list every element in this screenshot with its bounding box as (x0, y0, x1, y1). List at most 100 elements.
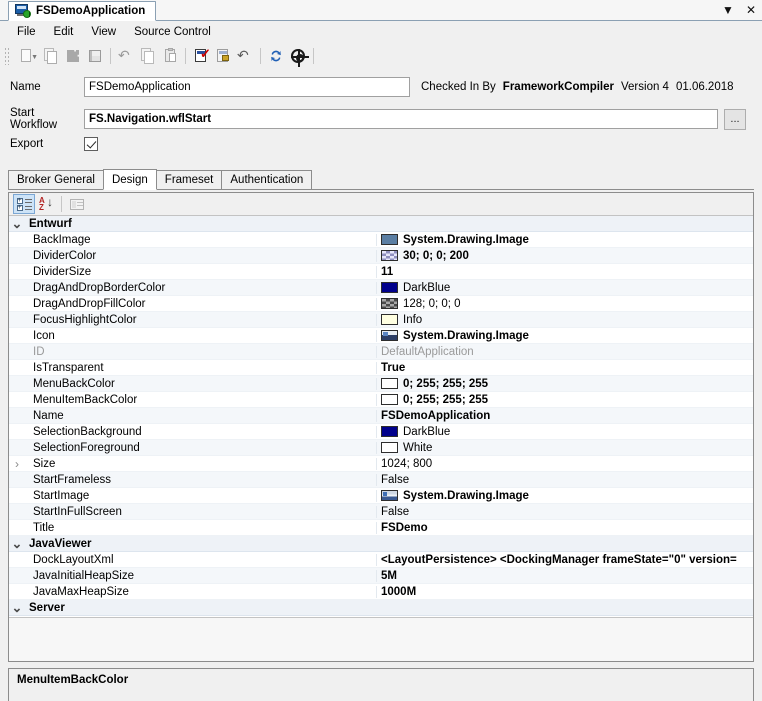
plugin-button[interactable] (62, 45, 84, 67)
property-row[interactable]: StartFrameless False (9, 472, 753, 488)
categorized-button[interactable]: + + (13, 194, 35, 214)
property-category-row[interactable]: ⌄ JavaViewer (9, 536, 753, 552)
property-value[interactable]: 0; 255; 255; 255 (377, 394, 753, 406)
chevron-down-icon[interactable]: ⌄ (9, 601, 25, 614)
property-row[interactable]: IsTransparent True (9, 360, 753, 376)
alphabetical-button[interactable]: A Z ↓ (35, 194, 57, 214)
property-row[interactable]: MenuBackColor 0; 255; 255; 255 (9, 376, 753, 392)
property-category-row[interactable]: ⌄ Server (9, 600, 753, 616)
tab-frameset[interactable]: Frameset (155, 170, 223, 189)
tab-broker-general[interactable]: Broker General (8, 170, 104, 189)
menu-item-source-control[interactable]: Source Control (125, 23, 220, 41)
check-out-button[interactable] (212, 45, 234, 67)
new-button[interactable]: ▼ (12, 45, 40, 67)
toolbar: ▼ ↶ ✓ ↶ (0, 43, 762, 69)
property-name: JavaInitialHeapSize (25, 569, 377, 582)
property-name: FocusHighlightColor (25, 313, 377, 326)
property-category-row[interactable]: ⌄ Entwurf (9, 216, 753, 232)
property-grid-rows[interactable]: ⌄ Entwurf BackImage System.Drawing.Image Div… (9, 216, 753, 617)
browse-button[interactable]: ... (724, 108, 746, 130)
property-value[interactable]: System.Drawing.Image (377, 490, 753, 502)
property-value[interactable]: 11 (377, 266, 753, 278)
check-out-lock-icon (215, 48, 231, 64)
copy-button[interactable] (137, 45, 159, 67)
property-row[interactable]: DragAndDropBorderColor DarkBlue (9, 280, 753, 296)
property-value[interactable]: System.Drawing.Image (377, 234, 753, 246)
property-row[interactable]: SelectionForeground White (9, 440, 753, 456)
property-value-text: White (403, 441, 433, 454)
property-row[interactable]: DividerColor 30; 0; 0; 200 (9, 248, 753, 264)
close-icon[interactable]: ✕ (746, 4, 756, 16)
tab-authentication[interactable]: Authentication (221, 170, 313, 189)
property-value[interactable]: <LayoutPersistence> <DockingManager fram… (377, 554, 753, 566)
chevron-right-icon[interactable]: › (9, 457, 25, 471)
header-form: Name FSDemoApplication Checked In By Fra… (0, 69, 762, 165)
menu-item-file[interactable]: File (8, 23, 45, 41)
save-button[interactable] (84, 45, 106, 67)
property-value[interactable]: White (377, 442, 753, 454)
property-value[interactable]: False (377, 506, 753, 518)
property-row[interactable]: StartInFullScreen False (9, 504, 753, 520)
property-value[interactable]: 1000M (377, 586, 753, 598)
property-value[interactable]: DefaultApplication (377, 346, 753, 358)
property-row[interactable]: › Size 1024; 800 (9, 456, 753, 472)
copy-page-button[interactable] (40, 45, 62, 67)
check-in-button[interactable]: ✓ (190, 45, 212, 67)
property-row[interactable]: SelectionBackground DarkBlue (9, 424, 753, 440)
property-row[interactable]: BrokerServiceNameFSDemoApplication (9, 616, 753, 617)
property-name: Size (25, 457, 377, 470)
property-value[interactable]: FSDemo (377, 522, 753, 534)
property-value[interactable]: 1024; 800 (377, 458, 753, 470)
property-row[interactable]: DragAndDropFillColor 128; 0; 0; 0 (9, 296, 753, 312)
image-thumbnail (381, 330, 398, 341)
name-input[interactable]: FSDemoApplication (84, 77, 410, 97)
target-button[interactable] (287, 45, 309, 67)
start-workflow-label: Start Workflow (10, 107, 58, 131)
property-row[interactable]: Name FSDemoApplication (9, 408, 753, 424)
export-checkbox[interactable] (84, 137, 98, 151)
property-row[interactable]: Icon System.Drawing.Image (9, 328, 753, 344)
document-tab[interactable]: FSDemoApplication (8, 1, 157, 21)
property-row[interactable]: BackImage System.Drawing.Image (9, 232, 753, 248)
property-value[interactable]: 128; 0; 0; 0 (377, 298, 753, 310)
property-value[interactable]: 0; 255; 255; 255 (377, 378, 753, 390)
property-row[interactable]: Title FSDemo (9, 520, 753, 536)
property-value[interactable]: True (377, 362, 753, 374)
chevron-down-icon[interactable]: ⌄ (9, 537, 25, 550)
property-row[interactable]: ID DefaultApplication (9, 344, 753, 360)
property-row[interactable]: StartImage System.Drawing.Image (9, 488, 753, 504)
color-swatch (381, 250, 398, 261)
property-value[interactable]: Info (377, 314, 753, 326)
window-buttons: ▼ ✕ (722, 0, 756, 20)
toolbar-grip[interactable] (4, 47, 10, 65)
color-swatch (381, 442, 398, 453)
property-name: DockLayoutXml (25, 553, 377, 566)
undo-button[interactable]: ↶ (115, 45, 137, 67)
property-row[interactable]: DockLayoutXml <LayoutPersistence> <Dockin… (9, 552, 753, 568)
checkin-date: 01.06.2018 (675, 81, 734, 93)
property-value[interactable]: FSDemoApplication (377, 410, 753, 422)
paste-button[interactable] (159, 45, 181, 67)
application-window-icon (15, 4, 31, 18)
refresh-button[interactable] (265, 45, 287, 67)
property-value[interactable]: 30; 0; 0; 200 (377, 250, 753, 262)
property-value[interactable]: False (377, 474, 753, 486)
property-value[interactable]: DarkBlue (377, 282, 753, 294)
undo-checkout-button[interactable]: ↶ (234, 45, 256, 67)
chevron-down-icon[interactable]: ⌄ (9, 217, 25, 230)
start-workflow-input[interactable]: FS.Navigation.wflStart (84, 109, 718, 129)
title-bar: FSDemoApplication ▼ ✕ (0, 0, 762, 21)
menu-item-edit[interactable]: Edit (45, 23, 83, 41)
property-row[interactable]: MenuItemBackColor 0; 255; 255; 255 (9, 392, 753, 408)
tab-design[interactable]: Design (102, 169, 157, 190)
property-value[interactable]: System.Drawing.Image (377, 330, 753, 342)
property-row[interactable]: JavaInitialHeapSize 5M (9, 568, 753, 584)
property-value[interactable]: DarkBlue (377, 426, 753, 438)
chevron-down-icon[interactable]: ▼ (722, 4, 734, 16)
property-row[interactable]: DividerSize 11 (9, 264, 753, 280)
property-row[interactable]: FocusHighlightColor Info (9, 312, 753, 328)
menu-item-view[interactable]: View (82, 23, 125, 41)
property-pages-button[interactable] (66, 194, 88, 214)
property-value[interactable]: 5M (377, 570, 753, 582)
property-row[interactable]: JavaMaxHeapSize 1000M (9, 584, 753, 600)
